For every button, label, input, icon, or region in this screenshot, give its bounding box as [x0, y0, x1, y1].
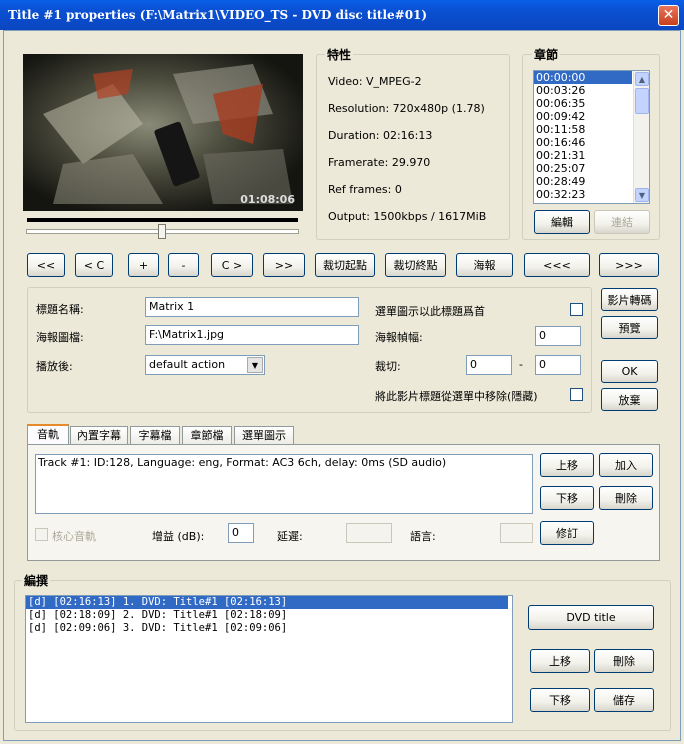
audio-delete-button[interactable]: 刪除 [599, 486, 653, 510]
hide-title-label: 將此影片標題從選單中移除(隱藏) [375, 390, 538, 403]
close-button[interactable]: ✕ [658, 5, 679, 26]
chapter-item[interactable]: 00:28:49 [534, 175, 649, 188]
tab-menu-icon[interactable]: 選單圖示 [234, 426, 294, 445]
nav-forward-button[interactable]: >> [263, 253, 305, 277]
compose-save-button[interactable]: 儲存 [594, 688, 654, 712]
prop-refframes: Ref frames: 0 [328, 183, 402, 196]
crop-start-button[interactable]: 裁切起點 [315, 253, 375, 277]
chapter-item[interactable]: 00:00:00 [534, 71, 632, 84]
after-play-select[interactable]: default action ▼ [145, 355, 265, 375]
nav-rewind-button[interactable]: << [27, 253, 65, 277]
hide-title-checkbox[interactable] [570, 388, 583, 401]
after-play-value: default action [149, 358, 226, 371]
prop-output: Output: 1500kbps / 1617MiB [328, 210, 487, 223]
core-audio-label: 核心音軌 [52, 530, 96, 543]
language-label: 語言: [410, 530, 436, 543]
menu-first-checkbox[interactable] [570, 303, 583, 316]
progress-bar [27, 218, 298, 222]
nav-next-chapter-button[interactable]: C > [211, 253, 253, 277]
chapter-edit-button[interactable]: 編輯 [534, 210, 590, 234]
audio-down-button[interactable]: 下移 [540, 486, 594, 510]
video-preview: 01:08:06 [23, 54, 303, 211]
audio-track-item[interactable]: Track #1: ID:128, Language: eng, Format:… [36, 455, 532, 470]
scroll-up-icon[interactable]: ▲ [635, 72, 649, 86]
chapter-item[interactable]: 00:09:42 [534, 110, 649, 123]
chapter-item[interactable]: 00:25:07 [534, 162, 649, 175]
gain-label: 增益 (dB): [152, 530, 205, 543]
poster-file-label: 海報圖檔: [36, 331, 84, 344]
compose-delete-button[interactable]: 刪除 [594, 649, 654, 673]
prop-framerate: Framerate: 29.970 [328, 156, 431, 169]
language-input[interactable] [500, 523, 533, 543]
chapter-link-button[interactable]: 連結 [594, 210, 650, 234]
compose-item[interactable]: [d] [02:09:06] 3. DVD: Title#1 [02:09:06… [26, 622, 512, 635]
chapter-item[interactable]: 00:21:31 [534, 149, 649, 162]
prop-duration: Duration: 02:16:13 [328, 129, 433, 142]
chapter-list[interactable]: 00:00:00 00:03:26 00:06:35 00:09:42 00:1… [533, 70, 650, 204]
nav-minus-button[interactable]: - [168, 253, 199, 277]
chapter-item[interactable]: 00:03:26 [534, 84, 649, 97]
properties-title: 特性 [325, 46, 354, 63]
after-play-label: 播放後: [36, 360, 73, 373]
nav-plus-button[interactable]: + [128, 253, 159, 277]
title-name-input[interactable]: Matrix 1 [145, 297, 359, 317]
compose-item[interactable]: [d] [02:16:13] 1. DVD: Title#1 [02:16:13… [26, 596, 508, 609]
gain-input[interactable]: 0 [228, 523, 254, 543]
audio-modify-button[interactable]: 修訂 [540, 521, 594, 545]
delay-input[interactable] [346, 523, 392, 543]
chapter-item[interactable]: 00:32:23 [534, 188, 649, 201]
dvd-title-button[interactable]: DVD title [528, 605, 654, 630]
nav-fast-forward-button[interactable]: >>> [599, 253, 659, 277]
seek-thumb[interactable] [158, 224, 166, 239]
tab-chapter-file[interactable]: 章節檔 [182, 426, 232, 445]
poster-file-input[interactable]: F:\Matrix1.jpg [145, 325, 359, 345]
nav-fast-rewind-button[interactable]: <<< [524, 253, 590, 277]
audio-add-button[interactable]: 加入 [599, 453, 653, 477]
preview-timecode: 01:08:06 [240, 193, 295, 206]
ok-button[interactable]: OK [601, 360, 658, 383]
preview-button[interactable]: 預覽 [601, 316, 658, 339]
poster-frame-input[interactable]: 0 [535, 326, 581, 346]
chapter-item[interactable]: 00:06:35 [534, 97, 649, 110]
chapter-scrollbar[interactable]: ▲ ▼ [633, 71, 649, 203]
compose-item[interactable]: [d] [02:18:09] 2. DVD: Title#1 [02:18:09… [26, 609, 512, 622]
chapter-item[interactable]: 00:11:58 [534, 123, 649, 136]
compose-down-button[interactable]: 下移 [530, 688, 590, 712]
tab-embedded-subtitles[interactable]: 內置字幕 [70, 426, 128, 445]
cancel-button[interactable]: 放棄 [601, 388, 658, 411]
chapter-item[interactable]: 00:16:46 [534, 136, 649, 149]
crop-from-input[interactable]: 0 [466, 355, 512, 375]
poster-button[interactable]: 海報 [456, 253, 513, 277]
tab-audio[interactable]: 音軌 [27, 424, 69, 444]
prop-resolution: Resolution: 720x480p (1.78) [328, 102, 485, 115]
tab-subtitle-file[interactable]: 字幕檔 [130, 426, 180, 445]
chapters-title: 章節 [532, 46, 561, 63]
prop-video: Video: V_MPEG-2 [328, 75, 422, 88]
scroll-thumb[interactable] [635, 88, 649, 114]
nav-prev-chapter-button[interactable]: < C [75, 253, 113, 277]
window-title: Title #1 properties (F:\Matrix1\VIDEO_TS… [0, 0, 684, 30]
audio-up-button[interactable]: 上移 [540, 453, 594, 477]
crop-to-input[interactable]: 0 [535, 355, 581, 375]
compose-list[interactable]: [d] [02:16:13] 1. DVD: Title#1 [02:16:13… [25, 595, 513, 723]
compose-up-button[interactable]: 上移 [530, 649, 590, 673]
convert-button[interactable]: 影片轉碼 [601, 288, 658, 311]
chevron-down-icon[interactable]: ▼ [247, 357, 263, 373]
core-audio-checkbox[interactable] [35, 528, 48, 541]
poster-frame-label: 海報幀幅: [375, 331, 423, 344]
title-name-label: 標題名稱: [36, 303, 84, 316]
audio-track-list[interactable]: Track #1: ID:128, Language: eng, Format:… [35, 454, 533, 514]
crop-dash: - [519, 358, 523, 371]
menu-first-label: 選單圖示以此標題爲首 [375, 305, 485, 318]
crop-label: 裁切: [375, 360, 401, 373]
scroll-down-icon[interactable]: ▼ [635, 188, 649, 202]
crop-end-button[interactable]: 裁切終點 [385, 253, 446, 277]
video-frame-image [23, 54, 303, 211]
compose-title: 編撰 [22, 572, 51, 589]
delay-label: 延遲: [277, 530, 303, 543]
